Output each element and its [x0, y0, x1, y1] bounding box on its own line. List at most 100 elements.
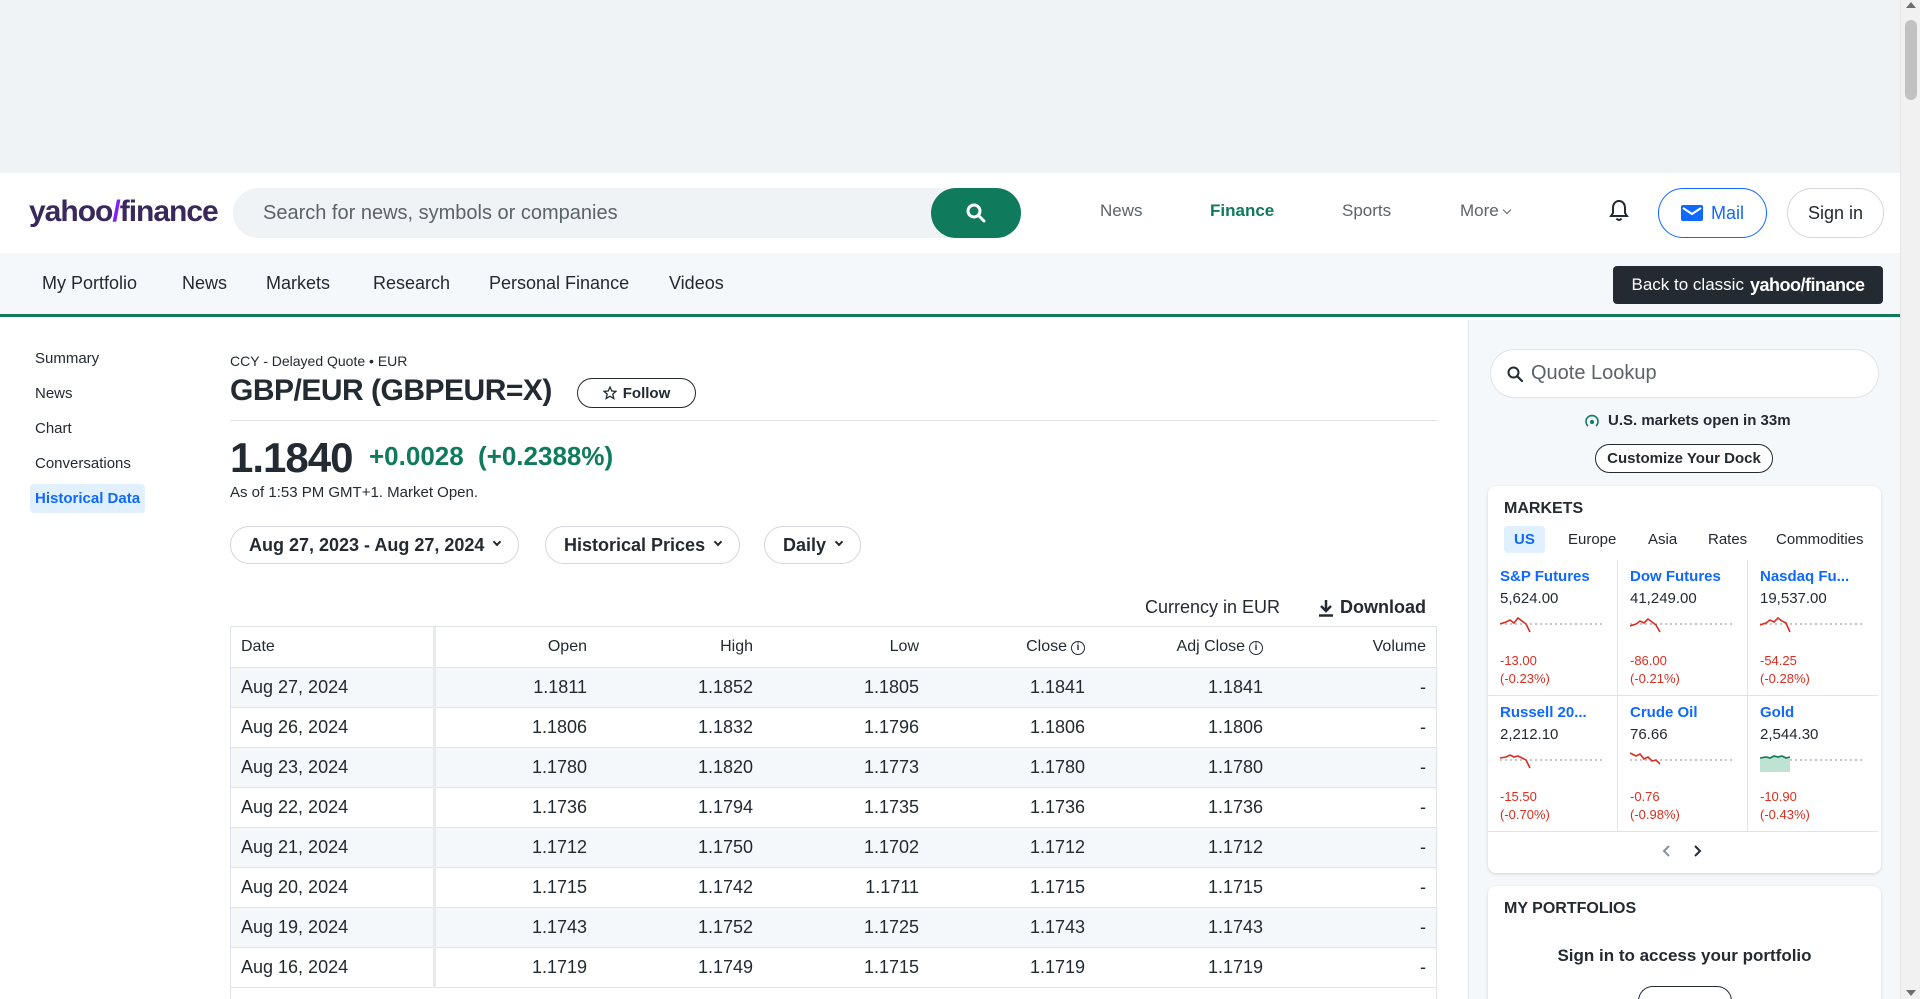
scroll-down-arrow-icon[interactable] [1906, 990, 1916, 996]
cell-date: Aug 20, 2024 [231, 867, 436, 908]
scroll-up-arrow-icon[interactable] [1906, 2, 1916, 8]
cell-high: 1.1820 [597, 747, 763, 788]
col-header-high: High [597, 627, 763, 668]
cell-adj-close: 1.1743 [1095, 907, 1273, 948]
chevron-down-icon [493, 537, 502, 547]
chevron-right-icon[interactable] [1692, 844, 1702, 858]
cell-date: Aug 26, 2024 [231, 707, 436, 748]
tile-name[interactable]: Gold [1760, 704, 1794, 721]
tile-name[interactable]: Dow Futures [1630, 568, 1721, 585]
nav-finance[interactable]: Finance [1210, 201, 1274, 221]
cell-adj-close: 1.1806 [1095, 707, 1273, 748]
logo-slash: / [112, 195, 120, 228]
market-tile[interactable]: S&P Futures 5,624.00 -13.00 (-0.23%) [1488, 560, 1618, 696]
market-status: U.S. markets open in 33m [1584, 412, 1791, 429]
info-icon[interactable]: i [1249, 640, 1263, 655]
tile-name[interactable]: Russell 20... [1500, 704, 1587, 721]
portfolio-sign-in-button[interactable] [1638, 986, 1732, 999]
markets-tab-us[interactable]: US [1504, 526, 1545, 553]
search-input[interactable] [263, 188, 943, 238]
markets-tab-asia[interactable]: Asia [1638, 526, 1687, 553]
ad-banner-space [0, 0, 1900, 173]
price-type-dropdown[interactable]: Historical Prices [545, 526, 741, 564]
cell-date: Aug 23, 2024 [231, 747, 436, 788]
cell-date: Aug 19, 2024 [231, 907, 436, 948]
mail-button[interactable]: Mail [1658, 188, 1767, 238]
tile-price: 76.66 [1630, 726, 1668, 743]
subnav-personal-finance[interactable]: Personal Finance [489, 273, 629, 294]
sparkline-chart [1760, 616, 1864, 633]
table-row: Aug 27, 2024 1.1811 1.1852 1.1805 1.1841 1.18… [231, 667, 1436, 708]
markets-tab-europe[interactable]: Europe [1558, 526, 1626, 553]
back-to-classic-button[interactable]: Back to classic yahoo/finance [1613, 266, 1883, 304]
quote-as-of: As of 1:53 PM GMT+1. Market Open. [230, 484, 479, 501]
subnav-my-portfolio[interactable]: My Portfolio [42, 273, 137, 294]
quote-exchange-meta: CCY - Delayed Quote • EUR [230, 353, 408, 369]
cell-high: 1.1852 [597, 667, 763, 708]
markets-tab-rates[interactable]: Rates [1698, 526, 1757, 553]
top-header: yahoo/finance News Finance Sports More M… [0, 173, 1900, 253]
cell-volume: - [1273, 867, 1436, 908]
chevron-left-icon[interactable] [1662, 844, 1672, 858]
yahoo-finance-logo[interactable]: yahoo/finance [29, 195, 219, 229]
quote-lookup-bar [1490, 349, 1879, 398]
cell-high: 1.1749 [597, 947, 763, 988]
frequency-label: Daily [783, 534, 827, 555]
market-tile[interactable]: Dow Futures 41,249.00 -86.00 (-0.21%) [1618, 560, 1748, 696]
markets-title: MARKETS [1504, 500, 1584, 517]
mail-envelope-icon [1680, 205, 1703, 221]
nav-more-label: More [1460, 201, 1499, 220]
chevron-down-icon [1502, 205, 1511, 215]
market-tile[interactable]: Russell 20... 2,212.10 -15.50 (-0.70%) [1488, 696, 1618, 832]
subnav-markets[interactable]: Markets [266, 273, 330, 294]
market-tile[interactable]: Crude Oil 76.66 -0.76 (-0.98%) [1618, 696, 1748, 832]
date-range-label: Aug 27, 2023 - Aug 27, 2024 [249, 534, 485, 555]
portfolios-message: Sign in to access your portfolio [1557, 946, 1812, 965]
frequency-dropdown[interactable]: Daily [764, 526, 862, 564]
cell-volume: - [1273, 947, 1436, 988]
leftnav-conversations[interactable]: Conversations [35, 455, 131, 472]
page-scrollbar[interactable] [1900, 0, 1920, 999]
cell-date: Aug 21, 2024 [231, 827, 436, 868]
chevron-down-icon [834, 537, 844, 547]
subnav-videos[interactable]: Videos [669, 273, 724, 294]
nav-more[interactable]: More [1460, 201, 1511, 221]
my-portfolios-card: MY PORTFOLIOS Sign in to access your por… [1488, 886, 1881, 999]
tile-name[interactable]: S&P Futures [1500, 568, 1590, 585]
cell-volume: - [1273, 707, 1436, 748]
leftnav-summary[interactable]: Summary [35, 350, 99, 367]
table-row: Aug 21, 2024 1.1712 1.1750 1.1702 1.1712 1.17… [231, 827, 1436, 868]
tile-name[interactable]: Crude Oil [1630, 704, 1698, 721]
leftnav-news[interactable]: News [35, 385, 73, 402]
cell-date: Aug 16, 2024 [231, 947, 436, 988]
notifications-bell-icon[interactable] [1608, 199, 1630, 228]
col-header-adj-close: Adj Close i [1095, 627, 1273, 668]
sign-in-button[interactable]: Sign in [1787, 188, 1884, 238]
nav-news[interactable]: News [1100, 201, 1143, 221]
cell-date: Aug 22, 2024 [231, 787, 436, 828]
markets-tab-commodities[interactable]: Commodities [1766, 526, 1874, 553]
cell-date: Aug 27, 2024 [231, 667, 436, 708]
leftnav-chart[interactable]: Chart [35, 420, 72, 437]
cell-low: 1.1715 [763, 947, 929, 988]
market-tile[interactable]: Nasdaq Fu... 19,537.00 -54.25 (-0.28%) [1748, 560, 1878, 696]
info-icon[interactable]: i [1071, 640, 1085, 655]
leftnav-historical-data[interactable]: Historical Data [30, 484, 146, 513]
search-button[interactable] [931, 188, 1021, 238]
subnav-research[interactable]: Research [373, 273, 450, 294]
cell-open: 1.1715 [434, 867, 597, 908]
col-header-open: Open [434, 627, 597, 668]
scroll-thumb[interactable] [1905, 20, 1917, 100]
tile-name[interactable]: Nasdaq Fu... [1760, 568, 1849, 585]
search-bar [233, 188, 1021, 238]
customize-dock-button[interactable]: Customize Your Dock [1595, 444, 1773, 473]
date-range-dropdown[interactable]: Aug 27, 2023 - Aug 27, 2024 [230, 526, 520, 564]
download-button[interactable]: Download [1318, 597, 1426, 618]
nav-sports[interactable]: Sports [1342, 201, 1391, 221]
tile-change: -86.00 (-0.21%) [1630, 652, 1680, 688]
subnav-news[interactable]: News [182, 273, 227, 294]
market-tile[interactable]: Gold 2,544.30 -10.90 (-0.43%) [1748, 696, 1878, 832]
table-row: Aug 23, 2024 1.1780 1.1820 1.1773 1.1780 1.17… [231, 747, 1436, 788]
follow-button[interactable]: Follow [577, 378, 696, 408]
quote-lookup-input[interactable] [1531, 350, 1861, 397]
